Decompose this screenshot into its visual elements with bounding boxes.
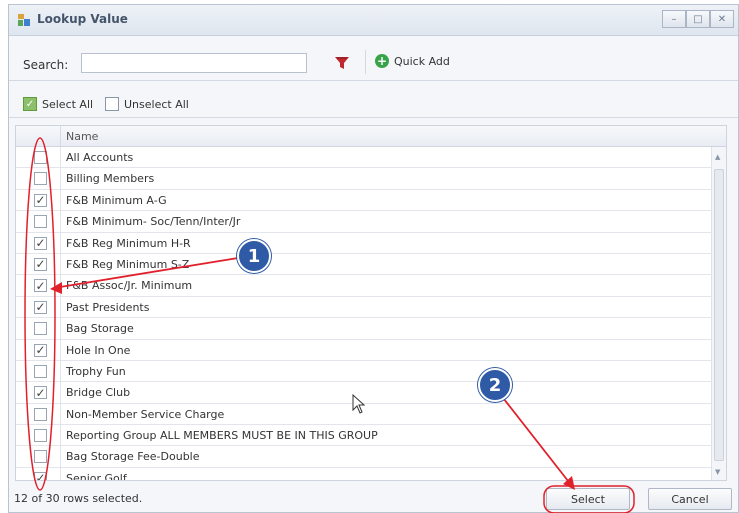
select-button[interactable]: Select <box>546 488 630 510</box>
row-checkbox[interactable]: ✓ <box>34 193 47 207</box>
row-checkbox[interactable]: ✓ <box>34 300 47 314</box>
row-name: Bag Storage Fee-Double <box>66 450 200 464</box>
row-name: F&B Minimum- Soc/Tenn/Inter/Jr <box>66 215 241 229</box>
row-divider <box>60 382 61 403</box>
lookup-value-window: Lookup Value – □ ✕ Search: + Quick Add ✓… <box>8 4 739 513</box>
row-checkbox[interactable]: ✓ <box>34 343 47 357</box>
row-divider <box>60 147 61 168</box>
select-all-button[interactable]: ✓ Select All <box>23 97 93 111</box>
row-checkbox[interactable] <box>34 322 47 336</box>
row-divider <box>60 425 61 446</box>
table-row[interactable]: Billing Members <box>16 168 712 190</box>
row-checkbox[interactable] <box>34 450 47 464</box>
row-checkbox[interactable]: ✓ <box>34 386 47 400</box>
row-name: F&B Reg Minimum S-Z <box>66 257 190 271</box>
row-checkbox[interactable] <box>34 172 47 186</box>
table-row[interactable]: Bag Storage Fee-Double <box>16 446 712 468</box>
table-row[interactable]: ✓ F&B Minimum A-G <box>16 189 712 212</box>
minimize-icon[interactable]: – <box>662 10 686 28</box>
table-row[interactable]: Reporting Group ALL MEMBERS MUST BE IN T… <box>16 425 712 447</box>
name-column-header[interactable]: Name <box>66 130 98 143</box>
row-checkbox[interactable]: ✓ <box>34 236 47 250</box>
cancel-button[interactable]: Cancel <box>648 488 732 510</box>
row-divider <box>60 232 61 253</box>
row-divider <box>60 403 61 425</box>
table-row[interactable]: ✓ F&B Reg Minimum H-R <box>16 232 712 254</box>
table-row[interactable]: Trophy Fun <box>16 360 712 383</box>
status-text: 12 of 30 rows selected. <box>14 492 143 505</box>
scroll-up-icon[interactable]: ▲ <box>715 153 720 161</box>
row-name: Senior Golf <box>66 471 127 481</box>
vertical-scrollbar[interactable]: ▲ ▼ <box>711 147 726 480</box>
row-name: Billing Members <box>66 172 155 186</box>
row-checkbox[interactable]: ✓ <box>34 257 47 271</box>
row-name: Past Presidents <box>66 300 150 314</box>
scroll-down-icon[interactable]: ▼ <box>715 468 720 476</box>
search-toolbar: Search: + Quick Add <box>9 36 738 81</box>
row-divider <box>60 467 61 480</box>
row-checkbox[interactable] <box>34 364 47 378</box>
unselect-all-label: Unselect All <box>124 97 189 111</box>
row-name: All Accounts <box>66 151 134 164</box>
selection-toolbar: ✓ Select All Unselect All <box>9 81 738 118</box>
row-name: F&B Assoc/Jr. Minimum <box>66 279 193 293</box>
quick-add-button[interactable]: + Quick Add <box>375 54 450 68</box>
row-divider <box>60 339 61 360</box>
row-divider <box>60 296 61 318</box>
table-row[interactable]: ✓ Past Presidents <box>16 296 712 319</box>
title-bar[interactable]: Lookup Value – □ ✕ <box>9 5 738 36</box>
row-name: F&B Minimum A-G <box>66 193 167 207</box>
table-row[interactable]: ✓ Hole In One <box>16 339 712 361</box>
table-row[interactable]: ✓ Senior Golf <box>16 467 712 481</box>
window-title: Lookup Value <box>37 12 128 26</box>
toolbar-separator <box>365 50 366 74</box>
unselect-all-button[interactable]: Unselect All <box>105 97 189 111</box>
table-row[interactable]: Bag Storage <box>16 318 712 340</box>
row-divider <box>60 189 61 211</box>
row-checkbox[interactable]: ✓ <box>34 279 47 293</box>
row-name: Bag Storage <box>66 322 134 336</box>
row-checkbox[interactable] <box>34 215 47 229</box>
lookup-grid: Name All Accounts Billing Members ✓ F&B Min… <box>15 125 727 481</box>
row-checkbox[interactable] <box>34 407 47 421</box>
row-divider <box>60 168 61 189</box>
filter-icon[interactable] <box>333 54 351 72</box>
table-row[interactable]: All Accounts <box>16 147 712 169</box>
select-all-icon: ✓ <box>23 97 37 111</box>
select-all-label: Select All <box>42 97 94 111</box>
search-label: Search: <box>23 58 69 72</box>
close-icon[interactable]: ✕ <box>710 10 734 28</box>
grid-header: Name <box>16 126 726 147</box>
row-checkbox[interactable]: ✓ <box>34 471 47 480</box>
app-icon <box>18 14 30 26</box>
unselect-all-icon <box>105 97 119 111</box>
row-name: Bridge Club <box>66 386 131 400</box>
row-checkbox[interactable] <box>34 429 47 443</box>
row-name: F&B Reg Minimum H-R <box>66 236 191 250</box>
row-checkbox[interactable] <box>34 151 47 164</box>
plus-icon: + <box>375 54 389 68</box>
row-divider <box>60 253 61 275</box>
row-name: Non-Member Service Charge <box>66 407 225 421</box>
row-name: Hole In One <box>66 343 131 357</box>
search-input[interactable] <box>81 53 307 73</box>
row-divider <box>60 318 61 339</box>
row-divider <box>60 360 61 382</box>
table-row[interactable]: F&B Minimum- Soc/Tenn/Inter/Jr <box>16 211 712 233</box>
callout-1-badge: 1 <box>237 239 271 273</box>
row-divider <box>60 275 61 296</box>
checkbox-column-header[interactable] <box>16 126 61 146</box>
table-row[interactable]: ✓ F&B Reg Minimum S-Z <box>16 253 712 276</box>
table-row[interactable]: ✓ F&B Assoc/Jr. Minimum <box>16 275 712 297</box>
row-name: Trophy Fun <box>66 364 126 378</box>
row-divider <box>60 446 61 467</box>
grid-rows: All Accounts Billing Members ✓ F&B Minimum … <box>16 147 712 481</box>
callout-2-badge: 2 <box>478 368 512 402</box>
row-divider <box>60 211 61 232</box>
mouse-cursor-icon <box>352 394 366 414</box>
quick-add-label: Quick Add <box>394 54 450 68</box>
row-name: Reporting Group ALL MEMBERS MUST BE IN T… <box>66 429 378 443</box>
maximize-icon[interactable]: □ <box>686 10 710 28</box>
scrollbar-thumb[interactable] <box>714 169 724 461</box>
